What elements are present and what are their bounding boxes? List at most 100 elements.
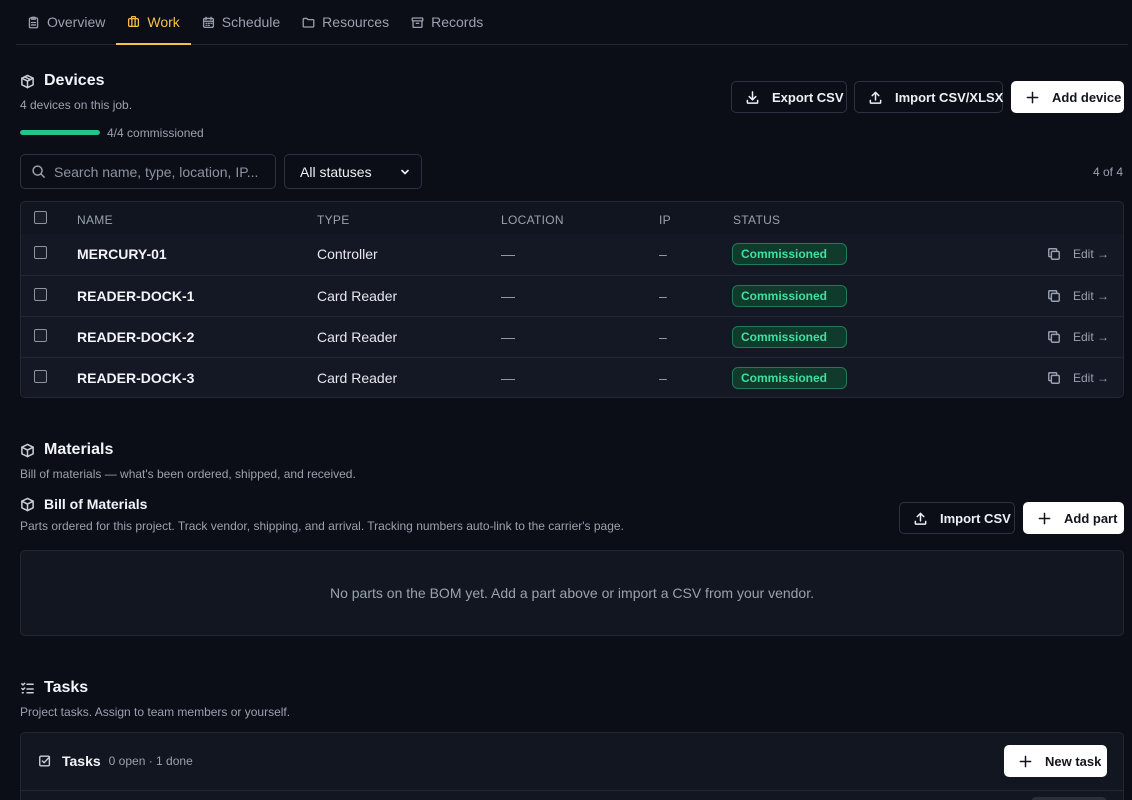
new-task-label: New task bbox=[1045, 753, 1102, 769]
clipboard-icon bbox=[27, 16, 40, 29]
table-header: NAME TYPE LOCATION IP STATUS bbox=[21, 202, 1123, 234]
tab-label: Schedule bbox=[221, 14, 281, 30]
device-name: MERCURY-01 bbox=[77, 246, 167, 262]
row-checkbox[interactable] bbox=[34, 246, 47, 259]
import-csv-button[interactable]: Import CSV bbox=[899, 502, 1015, 534]
add-part-label: Add part bbox=[1064, 510, 1118, 526]
plus-icon bbox=[1037, 511, 1052, 526]
tasks-card-header: Tasks 0 open · 1 done bbox=[38, 753, 193, 769]
table-row[interactable]: READER-DOCK-2 Card Reader — – Commission… bbox=[21, 316, 1123, 357]
edit-link[interactable]: Edit → bbox=[1073, 247, 1109, 261]
divider bbox=[21, 790, 1123, 791]
device-type: Card Reader bbox=[317, 288, 398, 304]
download-icon bbox=[745, 90, 760, 105]
status-badge: Commissioned bbox=[732, 367, 847, 389]
tab-label: Records bbox=[431, 14, 484, 30]
edit-link[interactable]: Edit → bbox=[1073, 330, 1109, 344]
device-name: READER-DOCK-1 bbox=[77, 288, 195, 304]
bom-empty-text: No parts on the BOM yet. Add a part abov… bbox=[329, 585, 814, 601]
bom-subtitle: Parts ordered for this project. Track ve… bbox=[20, 519, 624, 533]
materials-title: Materials bbox=[44, 441, 114, 458]
tasks-card-title: Tasks bbox=[62, 753, 101, 769]
checkbox-checked-icon bbox=[38, 754, 52, 768]
folder-icon bbox=[302, 16, 315, 29]
copy-icon[interactable] bbox=[1047, 289, 1061, 303]
commission-progress-text: 4/4 commissioned bbox=[107, 126, 204, 140]
bom-title: Bill of Materials bbox=[44, 496, 148, 512]
import-csv-xlsx-button[interactable]: Import CSV/XLSX bbox=[854, 81, 1003, 113]
upload-icon bbox=[913, 511, 928, 526]
bom-heading: Bill of Materials bbox=[20, 496, 147, 512]
status-filter-select[interactable]: All statuses bbox=[284, 154, 422, 189]
devices-table: NAME TYPE LOCATION IP STATUS MERCURY-01 … bbox=[20, 201, 1124, 398]
new-task-button[interactable]: New task bbox=[1004, 745, 1107, 777]
device-type: Controller bbox=[317, 246, 378, 262]
tab-label: Resources bbox=[322, 14, 390, 30]
device-type: Card Reader bbox=[317, 370, 398, 386]
tab-work[interactable]: Work bbox=[116, 0, 191, 45]
materials-heading: Materials bbox=[20, 441, 113, 459]
copy-icon[interactable] bbox=[1047, 371, 1061, 385]
plus-icon bbox=[1025, 90, 1040, 105]
tab-records[interactable]: Records bbox=[400, 0, 494, 44]
commission-progress-bar bbox=[20, 130, 100, 135]
tab-schedule[interactable]: Schedule bbox=[191, 0, 291, 44]
devices-title: Devices bbox=[44, 72, 105, 89]
add-device-button[interactable]: Add device bbox=[1011, 81, 1124, 113]
box-icon bbox=[20, 443, 35, 458]
device-location: — bbox=[501, 288, 515, 304]
column-header-name: NAME bbox=[77, 213, 113, 227]
briefcase-icon bbox=[127, 15, 140, 28]
import-csv-label: Import CSV bbox=[940, 510, 1011, 526]
device-ip: – bbox=[659, 370, 667, 386]
chevron-down-icon bbox=[399, 166, 411, 178]
device-location: — bbox=[501, 246, 515, 262]
table-row[interactable]: READER-DOCK-3 Card Reader — – Commission… bbox=[21, 357, 1123, 397]
upload-icon bbox=[868, 90, 883, 105]
list-checks-icon bbox=[20, 681, 35, 696]
materials-subtitle: Bill of materials — what's been ordered,… bbox=[20, 467, 356, 481]
search-icon bbox=[31, 164, 46, 179]
calendar-icon bbox=[202, 16, 215, 29]
add-device-label: Add device bbox=[1052, 89, 1122, 105]
device-name: READER-DOCK-2 bbox=[77, 329, 195, 345]
tab-bar: Overview Work Schedule Resources Records bbox=[16, 0, 1128, 45]
tab-label: Overview bbox=[47, 14, 106, 30]
status-filter-value: All statuses bbox=[300, 163, 372, 180]
copy-icon[interactable] bbox=[1047, 330, 1061, 344]
plus-icon bbox=[1018, 754, 1033, 769]
tab-overview[interactable]: Overview bbox=[16, 0, 116, 44]
edit-link[interactable]: Edit → bbox=[1073, 371, 1109, 385]
tab-label: Work bbox=[147, 13, 180, 30]
import-csv-xlsx-label: Import CSV/XLSX bbox=[895, 89, 1004, 105]
tasks-card: Tasks 0 open · 1 done New task bbox=[20, 732, 1124, 800]
device-location: — bbox=[501, 370, 515, 386]
row-checkbox[interactable] bbox=[34, 288, 47, 301]
devices-heading: Devices bbox=[20, 72, 105, 90]
device-name: READER-DOCK-3 bbox=[77, 370, 195, 386]
column-header-type: TYPE bbox=[317, 213, 350, 227]
device-count: 4 of 4 bbox=[1092, 165, 1123, 179]
box-icon bbox=[20, 497, 35, 512]
select-all-checkbox[interactable] bbox=[34, 211, 47, 224]
tab-resources[interactable]: Resources bbox=[291, 0, 400, 44]
row-checkbox[interactable] bbox=[34, 370, 47, 383]
add-part-button[interactable]: Add part bbox=[1023, 502, 1124, 534]
commission-progress-fill bbox=[20, 130, 100, 135]
status-badge: Commissioned bbox=[732, 326, 847, 348]
tasks-card-count: 0 open · 1 done bbox=[108, 754, 193, 768]
export-csv-button[interactable]: Export CSV bbox=[731, 81, 847, 113]
table-row[interactable]: MERCURY-01 Controller — – Commissioned E… bbox=[21, 234, 1123, 275]
row-checkbox[interactable] bbox=[34, 329, 47, 342]
device-search bbox=[20, 154, 276, 189]
device-search-input[interactable] bbox=[54, 163, 274, 180]
package-icon bbox=[20, 74, 35, 89]
copy-icon[interactable] bbox=[1047, 247, 1061, 261]
tasks-heading: Tasks bbox=[20, 679, 88, 697]
edit-link[interactable]: Edit → bbox=[1073, 289, 1109, 303]
device-ip: – bbox=[659, 246, 667, 262]
table-row[interactable]: READER-DOCK-1 Card Reader — – Commission… bbox=[21, 275, 1123, 316]
device-type: Card Reader bbox=[317, 329, 398, 345]
column-header-location: LOCATION bbox=[501, 213, 564, 227]
devices-subtitle: 4 devices on this job. bbox=[20, 98, 133, 112]
